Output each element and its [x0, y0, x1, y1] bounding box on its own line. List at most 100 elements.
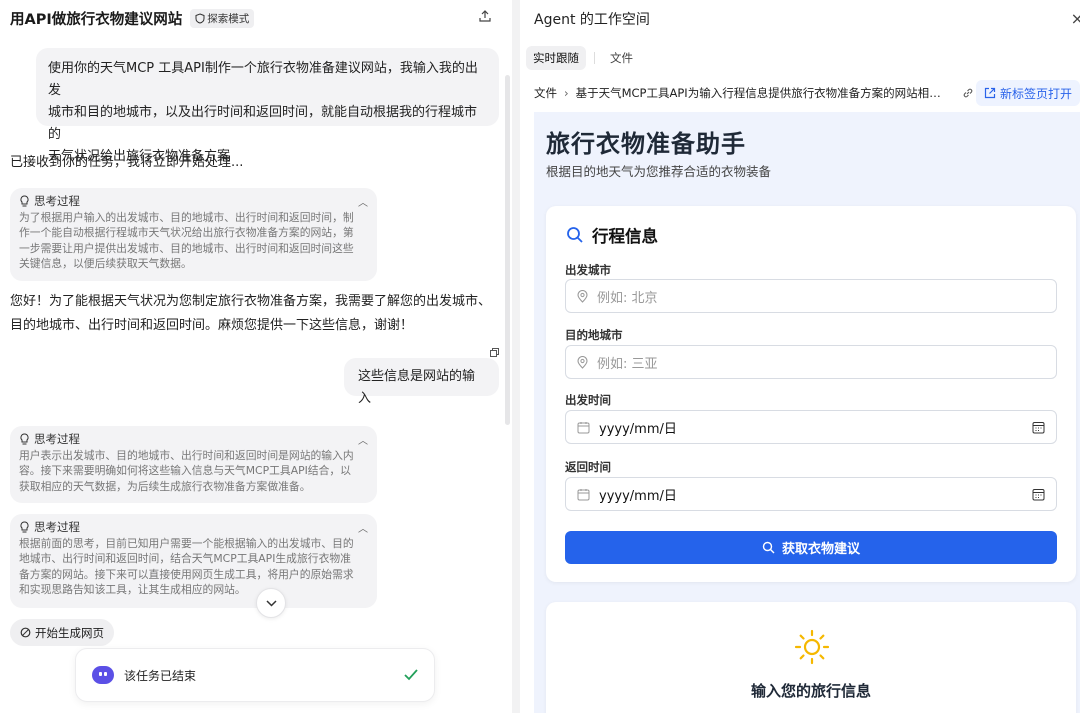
destination-city-input[interactable]: 例如: 三亚 [565, 345, 1057, 379]
breadcrumb-separator: › [564, 86, 569, 100]
thinking-block-1[interactable]: 思考过程 ︿ 为了根据用户输入的出发城市、目的地城市、出行时间和返回时间，制 作… [10, 188, 377, 281]
return-date-label: 返回时间 [565, 460, 611, 474]
workspace-tabs: 实时跟随 文件 [526, 46, 640, 70]
chat-header: 用API做旅行衣物建议网站 探索模式 [10, 8, 496, 28]
preview-subtitle: 根据目的地天气为您推荐合适的衣物装备 [546, 164, 772, 179]
link-icon[interactable] [962, 87, 974, 99]
assistant-reply: 您好！为了能根据天气状况为您制定旅行衣物准备方案，我需要了解您的出发城市、 目的… [10, 290, 491, 338]
task-finished-text: 该任务已结束 [124, 668, 197, 683]
shield-icon [195, 12, 205, 24]
external-link-icon [984, 87, 996, 99]
tab-files[interactable]: 文件 [603, 46, 640, 70]
departure-city-label: 出发城市 [565, 263, 611, 277]
thinking-line: 和实现思路告知该工具，让其生成相应的网站。 [19, 582, 246, 596]
trip-info-card: 行程信息 出发城市 例如: 北京 目的地城市 例如: 三亚 出发时间 yyyy/… [546, 206, 1076, 582]
thinking-line: 备方案的网站。接下来可以直接使用网页生成工具，将用户的原始需求 [19, 567, 354, 581]
user-message-2: 这些信息是网站的输入 [344, 358, 499, 406]
lightbulb-icon [20, 433, 29, 445]
destination-city-label: 目的地城市 [565, 328, 623, 342]
chat-panel: 用API做旅行衣物建议网站 探索模式 使用你的天气MCP 工具API制作一个旅行… [0, 0, 512, 713]
thinking-line: 获取相应的天气数据，为后续生成旅行衣物准备方案做准备。 [19, 479, 311, 493]
user-message-1: 使用你的天气MCP 工具API制作一个旅行衣物准备建议网站，我输入我的出发 城市… [36, 48, 499, 164]
copy-icon[interactable] [490, 348, 499, 357]
thinking-text: 为了根据用户输入的出发城市、目的地城市、出行时间和返回时间，制 作一个能自动根据… [19, 210, 368, 271]
thinking-line: 根据前面的思考，目前已知用户需要一个能根据输入的出发城市、目的 [19, 537, 354, 550]
thinking-header[interactable]: 思考过程 ︿ [19, 194, 368, 209]
share-icon[interactable] [478, 9, 492, 23]
chat-scrollbar[interactable] [505, 75, 510, 425]
sun-icon [794, 629, 830, 665]
chat-title: 用API做旅行衣物建议网站 [10, 11, 183, 28]
chevron-up-icon[interactable]: ︿ [358, 520, 368, 535]
tab-live-follow[interactable]: 实时跟随 [526, 46, 586, 70]
reply-line: 您好！为了能根据天气状况为您制定旅行衣物准备方案，我需要了解您的出发城市、 [10, 294, 492, 309]
thinking-line: 容。接下来需要明确如何将这些输入信息与天气MCP工具API结合，以 [19, 464, 351, 478]
workspace-title: Agent 的工作空间 [534, 12, 650, 28]
chevron-up-icon[interactable]: ︿ [358, 194, 368, 209]
trip-info-title: 行程信息 [592, 227, 658, 246]
agent-avatar [92, 666, 114, 684]
trip-info-heading: 行程信息 [566, 223, 658, 247]
search-icon [762, 541, 775, 554]
location-pin-icon [577, 289, 588, 303]
open-new-tab-button[interactable]: 新标签页打开 [975, 80, 1080, 106]
thinking-line: 地城市、出行时间和返回时间，结合天气MCP工具API生成旅行衣物准 [19, 552, 351, 566]
open-new-tab-label: 新标签页打开 [999, 86, 1072, 101]
workspace-header: Agent 的工作空间 × [534, 9, 1080, 29]
breadcrumb-root[interactable]: 文件 [534, 85, 557, 101]
thinking-label: 思考过程 [34, 194, 80, 208]
chevron-up-icon[interactable]: ︿ [358, 432, 368, 447]
departure-city-placeholder: 例如: 北京 [597, 290, 658, 306]
thinking-block-3[interactable]: 思考过程 ︿ 根据前面的思考，目前已知用户需要一个能根据输入的出发城市、目的 地… [10, 514, 377, 608]
button-label: 获取衣物建议 [781, 542, 860, 557]
departure-date-label: 出发时间 [565, 393, 611, 407]
check-icon [404, 669, 418, 681]
destination-city-placeholder: 例如: 三亚 [597, 356, 658, 372]
preview-title: 旅行衣物准备助手 [546, 130, 746, 158]
date-picker-icon[interactable] [1032, 488, 1045, 501]
thinking-header[interactable]: 思考过程 ︿ [19, 520, 368, 535]
location-pin-icon [577, 355, 588, 369]
calendar-icon [577, 421, 590, 433]
website-preview: 旅行衣物准备助手 根据目的地天气为您推荐合适的衣物装备 行程信息 出发城市 例如… [534, 112, 1080, 713]
thinking-line: 作一个能自动根据行程城市天气状况给出旅行衣物准备方案的网站，第 [19, 226, 354, 240]
return-date-value: yyyy/mm/日 [599, 488, 677, 504]
departure-date-input[interactable]: yyyy/mm/日 [565, 410, 1057, 444]
tab-separator [594, 52, 595, 64]
thinking-label: 思考过程 [34, 520, 80, 534]
departure-city-input[interactable]: 例如: 北京 [565, 279, 1057, 313]
lightbulb-icon [20, 195, 29, 207]
thinking-text: 用户表示出发城市、目的地城市、出行时间和返回时间是网站的输入内 容。接下来需要明… [19, 448, 368, 494]
badge-label: 探索模式 [207, 12, 250, 25]
close-icon[interactable]: × [1071, 9, 1080, 28]
search-icon [567, 227, 583, 243]
reply-line: 目的地城市、出行时间和返回时间。麻烦您提供一下这些信息，谢谢！ [10, 318, 414, 333]
get-clothing-advice-button[interactable]: 获取衣物建议 [565, 531, 1057, 564]
explore-mode-badge: 探索模式 [190, 8, 255, 28]
scroll-down-button[interactable] [256, 588, 286, 618]
result-placeholder-title: 输入您的旅行信息 [750, 682, 871, 700]
chip-label: 开始生成网页 [35, 625, 104, 640]
chevron-down-icon [265, 599, 277, 607]
departure-date-value: yyyy/mm/日 [599, 421, 677, 437]
thinking-line: 用户表示出发城市、目的地城市、出行时间和返回时间是网站的输入内 [19, 449, 354, 462]
ack-message: 已接收到你的任务，我将立即开始处理... [10, 155, 244, 170]
calendar-icon [577, 488, 590, 500]
msg-line: 城市和目的地城市，以及出行时间和返回时间，就能自动根据我的行程城市的 [48, 105, 478, 142]
thinking-line: 关键信息，以便后续获取天气数据。 [19, 256, 192, 270]
date-picker-icon[interactable] [1032, 421, 1045, 434]
start-generate-webpage-chip[interactable]: 开始生成网页 [10, 619, 114, 646]
breadcrumb-path: 基于天气MCP工具API为输入行程信息提供旅行衣物准备方案的网站相关... [575, 86, 948, 100]
thinking-block-2[interactable]: 思考过程 ︿ 用户表示出发城市、目的地城市、出行时间和返回时间是网站的输入内 容… [10, 426, 377, 503]
msg-line: 使用你的天气MCP 工具API制作一个旅行衣物准备建议网站，我输入我的出发 [48, 61, 478, 98]
thinking-header[interactable]: 思考过程 ︿ [19, 432, 368, 447]
loading-ring-icon [20, 627, 31, 638]
thinking-line: 一步需要让用户提供出发城市、目的地城市、出行时间和返回时间这些 [19, 241, 354, 255]
workspace-panel: Agent 的工作空间 × 实时跟随 文件 文件 › 基于天气MCP工具API为… [520, 0, 1080, 713]
panel-divider[interactable] [512, 0, 520, 713]
thinking-label: 思考过程 [34, 432, 80, 446]
result-placeholder-card: 输入您的旅行信息 [546, 602, 1076, 713]
thinking-text: 根据前面的思考，目前已知用户需要一个能根据输入的出发城市、目的 地城市、出行时间… [19, 536, 368, 597]
return-date-input[interactable]: yyyy/mm/日 [565, 477, 1057, 511]
task-finished-card: 该任务已结束 [75, 648, 435, 702]
